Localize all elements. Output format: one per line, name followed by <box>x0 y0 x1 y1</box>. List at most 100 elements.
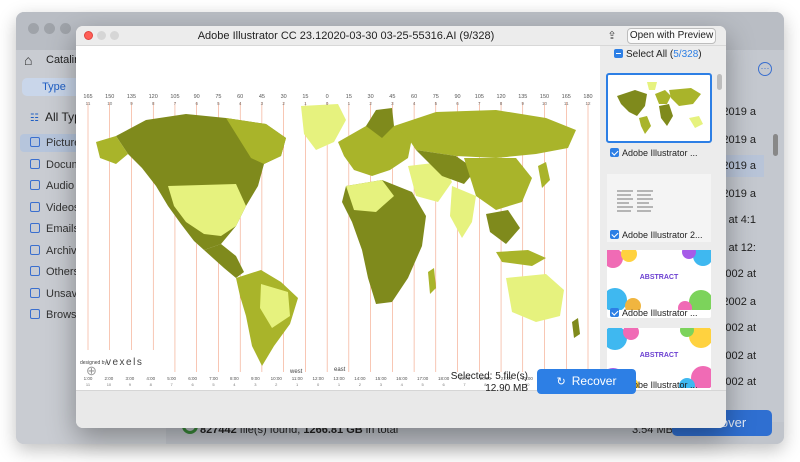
row-date[interactable]: 2019 a <box>722 106 756 118</box>
timezone-offset-label: 60 <box>411 94 417 100</box>
bottom-hour-label: 7 <box>171 382 174 387</box>
thumbnail-panel: Select All (5/328) Adobe Illustrator ... <box>600 46 726 396</box>
preview-dialog: Adobe Illustrator CC 23.12020-03-30 03-2… <box>76 26 726 428</box>
bottom-hour-label: 0 <box>317 382 320 387</box>
timezone-offset-label: 135 <box>518 94 527 100</box>
landmass-usa <box>168 184 246 236</box>
bottom-hour-label: 1 <box>338 382 341 387</box>
thumbnail-1[interactable] <box>606 73 712 143</box>
timezone-hour-label: 2 <box>282 101 285 106</box>
landmass-indonesia <box>496 250 546 266</box>
landmass-southeast-asia <box>486 210 520 244</box>
thumbnail-3-name: Adobe Illustrator ... <box>622 308 698 318</box>
thumbnail-2-name: Adobe Illustrator 2... <box>622 230 703 240</box>
timezone-offset-label: 15 <box>302 94 308 100</box>
window-zoom-button[interactable] <box>60 23 71 34</box>
brand-text: vexels <box>106 357 143 368</box>
timezone-hour-label: 6 <box>456 101 459 106</box>
grid-icon: ☷ <box>30 113 39 124</box>
dialog-zoom-button <box>110 31 119 40</box>
dialog-minimize-button <box>97 31 106 40</box>
sidebar-item-label: Audio <box>46 180 75 192</box>
share-icon[interactable]: ⇪ <box>605 29 619 43</box>
timezone-offset-label: 30 <box>281 94 287 100</box>
east-label: east <box>334 367 346 373</box>
recover-button[interactable]: ↻ Recover <box>537 369 636 394</box>
bottom-time-label: 14:00 <box>354 376 366 381</box>
sidebar-item-label: Videos <box>46 201 80 214</box>
timezone-offset-label: 105 <box>475 94 484 100</box>
recover-label: Recover <box>571 374 617 388</box>
checkbox-mixed-icon <box>614 49 623 58</box>
bottom-time-label: 7:00 <box>209 376 218 381</box>
thumbnail-1-label[interactable]: Adobe Illustrator ... <box>610 148 710 158</box>
bottom-time-label: 17:00 <box>417 376 429 381</box>
timezone-offset-label: 0 <box>326 94 329 100</box>
dialog-title: Adobe Illustrator CC 23.12020-03-30 03-2… <box>197 30 495 42</box>
row-date[interactable]: 2002 a <box>722 296 756 308</box>
thumbnail-2-label[interactable]: Adobe Illustrator 2... <box>610 230 710 240</box>
land-masses <box>96 104 580 366</box>
thumbnail-world-map-image <box>607 74 711 142</box>
timezone-hour-label: 4 <box>413 101 416 106</box>
list-scrollbar[interactable] <box>773 134 778 156</box>
timezone-hour-label: 3 <box>391 101 394 106</box>
row-date[interactable]: 2019 a <box>722 134 756 146</box>
timezone-offset-label: 75 <box>215 94 221 100</box>
timezone-offset-label: 150 <box>540 94 549 100</box>
select-all-checkbox[interactable]: Select All (5/328) <box>614 49 702 60</box>
bottom-time-label: 11:00 <box>292 376 303 381</box>
thumbnail-abstract-image: ABSTRACT <box>603 245 713 315</box>
timezone-hour-label: 7 <box>478 101 481 106</box>
bottom-time-label: 4:00 <box>146 376 155 381</box>
thumbnail-1-name: Adobe Illustrator ... <box>622 148 698 158</box>
timezone-offset-label: 45 <box>259 94 265 100</box>
more-options-icon[interactable]: ··· <box>758 62 772 76</box>
timezone-offset-label: 30 <box>368 94 374 100</box>
picture-icon <box>30 137 40 147</box>
others-icon <box>30 266 40 276</box>
checkbox-checked-icon <box>610 230 619 239</box>
timezone-hour-label: 5 <box>217 101 220 106</box>
timezone-offset-label: 180 <box>583 94 592 100</box>
timezone-offset-label: 150 <box>105 94 114 100</box>
dialog-close-button[interactable] <box>84 31 93 40</box>
west-label: west <box>289 369 303 375</box>
bottom-hour-label: 4 <box>401 382 404 387</box>
row-date[interactable]: 2019 a <box>722 188 756 200</box>
open-with-preview-button[interactable]: Open with Preview <box>627 28 716 44</box>
selected-size-text: 12.90 MB <box>485 383 528 394</box>
bottom-time-label: 16:00 <box>396 376 408 381</box>
landmass-india <box>450 186 476 238</box>
timezone-hour-label: 2 <box>369 101 372 106</box>
bottom-time-label: 2:00 <box>105 376 114 381</box>
bottom-time-label: 9:00 <box>251 376 260 381</box>
timezone-hour-label: 11 <box>86 101 91 106</box>
timezone-offset-label: 15 <box>346 94 352 100</box>
thumbnail-scrollbar[interactable] <box>717 74 722 90</box>
row-date[interactable]: 2019 a <box>722 160 756 172</box>
bottom-time-label: 8:00 <box>230 376 239 381</box>
home-icon[interactable]: ⌂ <box>24 52 32 68</box>
dialog-footer <box>76 390 726 428</box>
bottom-hour-label: 1 <box>296 382 299 387</box>
window-minimize-button[interactable] <box>44 23 55 34</box>
timezone-hour-label: 8 <box>500 101 503 106</box>
timezone-offset-label: 165 <box>83 94 92 100</box>
email-icon <box>30 223 40 233</box>
bottom-time-label: 15:00 <box>375 376 387 381</box>
selected-summary: Selected: 5 file(s) 12.90 MB <box>440 371 528 395</box>
thumbnail-3-label[interactable]: Adobe Illustrator ... <box>610 308 710 318</box>
timezone-offset-label: 105 <box>170 94 179 100</box>
timezone-offset-label: 75 <box>433 94 439 100</box>
bottom-hour-label: 5 <box>422 382 425 387</box>
sidebar-item-label: Emails <box>46 223 80 235</box>
timezone-offset-label: 165 <box>562 94 571 100</box>
timezone-offset-label: 45 <box>389 94 395 100</box>
bottom-time-label: 5:00 <box>167 376 176 381</box>
abstract-thumb-title-2: ABSTRACT <box>640 352 679 359</box>
timezone-hour-label: 9 <box>522 101 525 106</box>
archive-icon <box>30 244 40 255</box>
zoom-in-icon[interactable]: ⊕ <box>86 363 102 379</box>
window-close-button[interactable] <box>28 23 39 34</box>
